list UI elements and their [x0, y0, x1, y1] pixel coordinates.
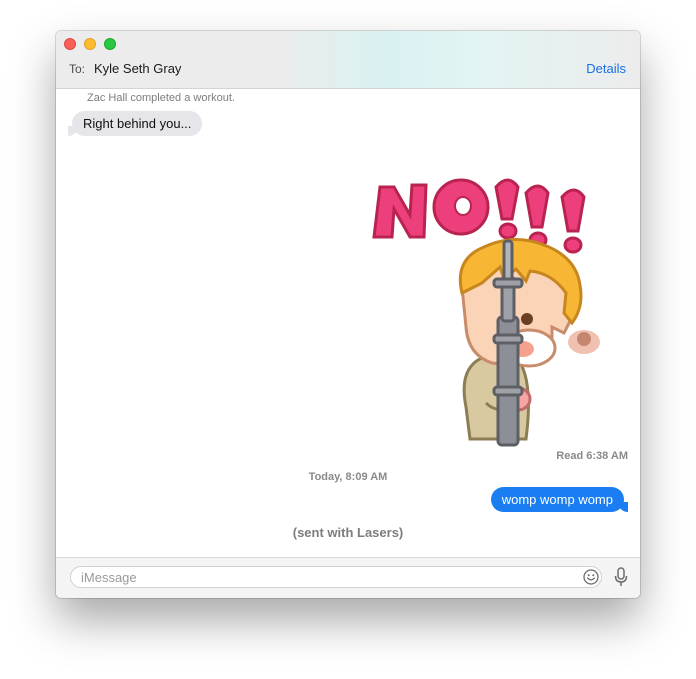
read-receipt: Read 6:38 AM: [556, 450, 628, 462]
sticker-image[interactable]: [366, 167, 606, 447]
workout-system-note: Zac Hall completed a workout.: [87, 92, 235, 104]
zoom-window-button[interactable]: [104, 38, 116, 50]
message-transcript: Zac Hall completed a workout. Right behi…: [56, 89, 640, 559]
imessage-input[interactable]: [70, 566, 602, 588]
message-effect-note: (sent with Lasers): [292, 525, 404, 540]
minimize-window-button[interactable]: [84, 38, 96, 50]
recipient-name[interactable]: Kyle Seth Gray: [94, 61, 181, 76]
details-button[interactable]: Details: [586, 61, 626, 76]
close-window-button[interactable]: [64, 38, 76, 50]
messages-window: To: Kyle Seth Gray Details Zac Hall comp…: [56, 31, 640, 598]
incoming-message-bubble[interactable]: Right behind you...: [67, 111, 203, 136]
to-label: To:: [69, 62, 86, 76]
title-bar: To: Kyle Seth Gray Details: [56, 31, 640, 89]
emoji-icon[interactable]: [583, 569, 599, 585]
sticker-no-text: [372, 178, 586, 254]
message-composer: [56, 557, 640, 598]
outgoing-message-bubble[interactable]: womp womp womp: [490, 487, 629, 512]
microphone-icon[interactable]: [614, 567, 628, 587]
sticker-character: [458, 238, 600, 441]
conversation-timestamp: Today, 8:09 AM: [308, 471, 388, 483]
